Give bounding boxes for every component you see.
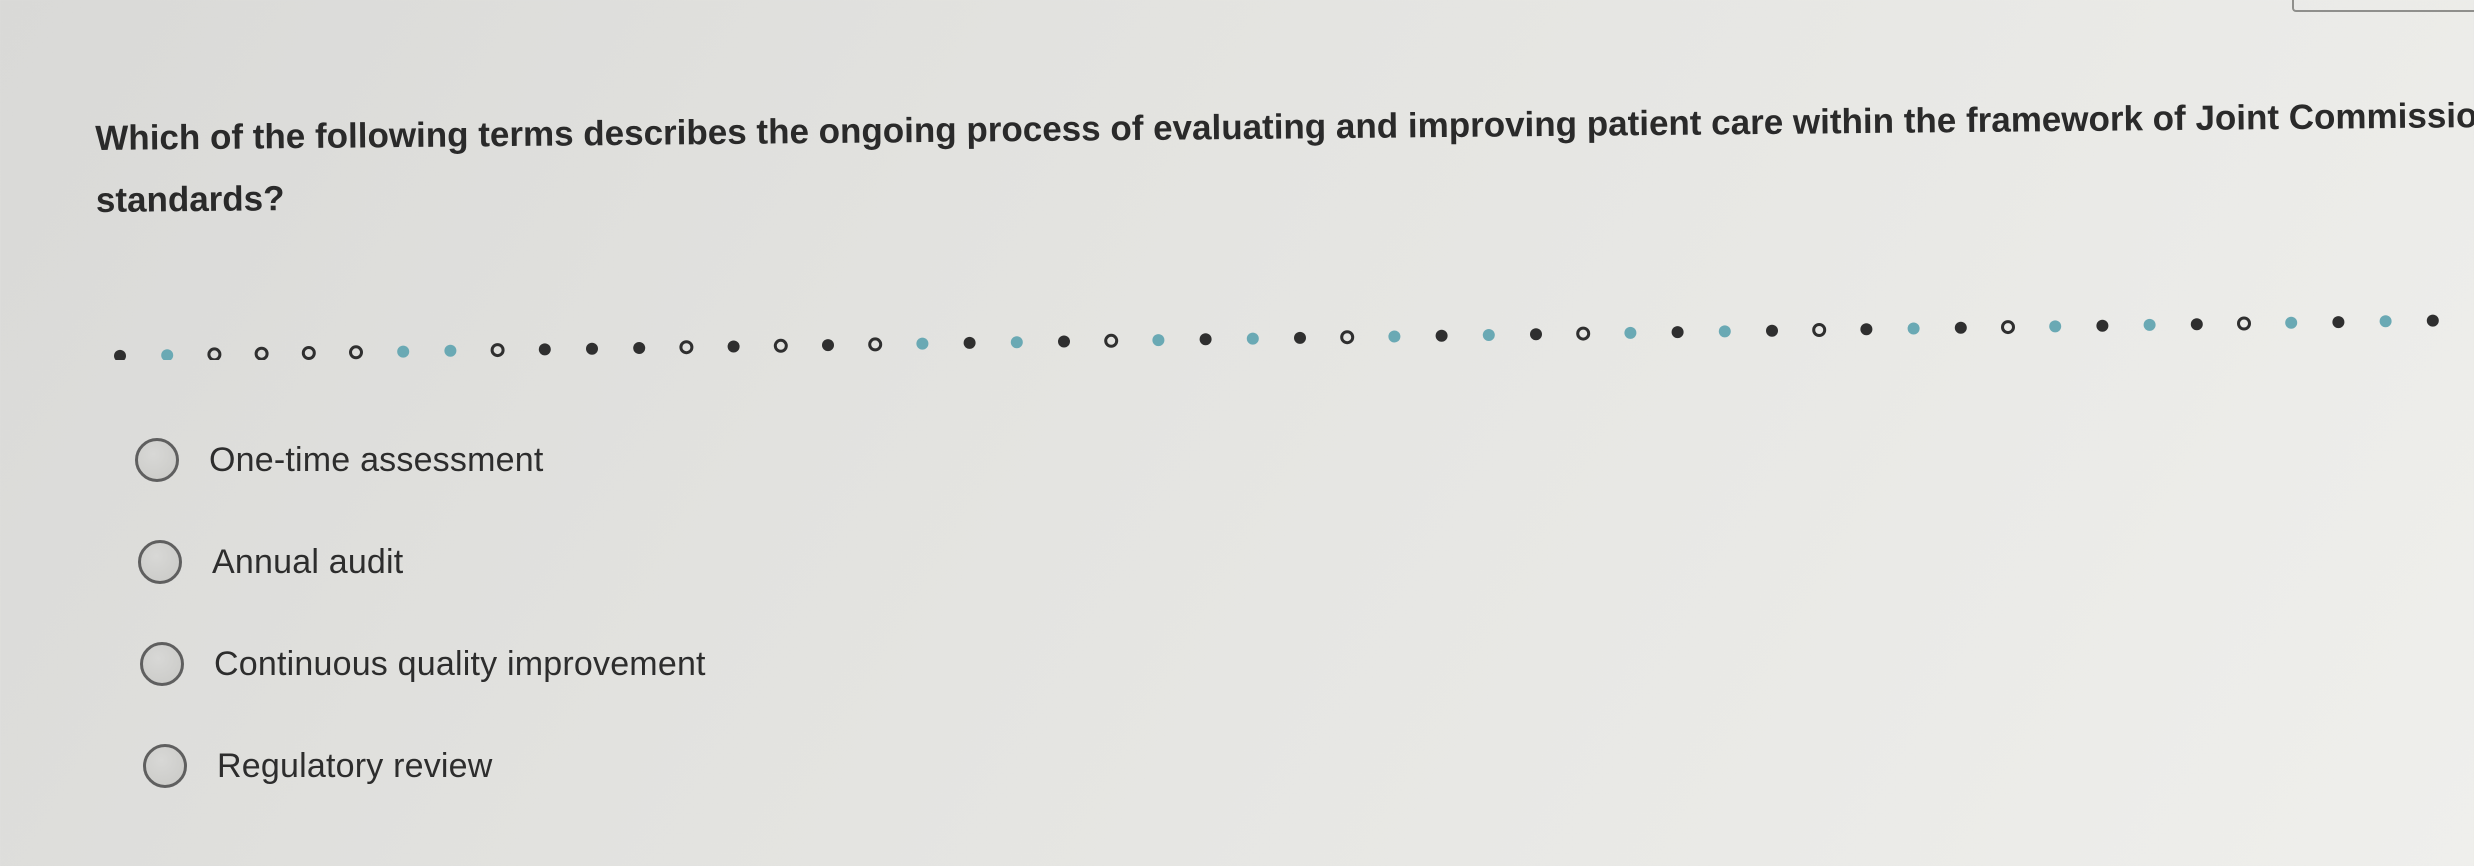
separator-dot <box>349 345 363 360</box>
separator-dot <box>114 349 126 360</box>
separator-dot <box>1010 336 1023 349</box>
separator-dot <box>207 347 222 360</box>
question-text: Which of the following terms describes t… <box>95 95 2474 220</box>
radio-button[interactable] <box>138 540 182 584</box>
separator-dot <box>301 346 316 360</box>
separator-dot <box>1388 330 1401 343</box>
separator-dot <box>2001 320 2015 335</box>
separator-dot <box>1104 333 1119 348</box>
separator-dot <box>1812 323 1827 337</box>
separator-dot <box>633 342 646 354</box>
separator-dot <box>1294 331 1306 344</box>
separator-dot <box>2190 318 2203 331</box>
separator-dot <box>254 346 269 360</box>
separator-dot <box>916 337 929 350</box>
radio-button[interactable] <box>143 744 187 788</box>
option-regulatory-review[interactable]: Regulatory review <box>143 744 493 788</box>
option-one-time-assessment[interactable]: One-time assessment <box>135 438 543 482</box>
separator-dot <box>1766 324 1778 337</box>
separator-dot <box>1435 329 1448 342</box>
separator-dot <box>1718 325 1731 338</box>
separator-dot <box>161 349 174 360</box>
option-continuous-quality-improvement[interactable]: Continuous quality improvement <box>140 642 706 686</box>
separator-dot <box>1576 326 1591 341</box>
separator-dot <box>868 337 883 352</box>
separator-dot <box>1907 322 1920 335</box>
separator-dot <box>1860 323 1873 336</box>
separator-dot <box>1482 329 1495 341</box>
separator-dot <box>2379 315 2392 328</box>
separator-dot <box>2285 316 2298 329</box>
option-label: Continuous quality improvement <box>214 644 706 683</box>
separator-dot <box>1246 332 1259 345</box>
quiz-page: Which of the following terms describes t… <box>0 0 2474 866</box>
separator-dot <box>679 340 694 355</box>
separator-dot <box>963 336 976 349</box>
radio-button[interactable] <box>135 438 179 482</box>
separator-dot <box>727 340 740 353</box>
separator-dot <box>1954 321 1967 334</box>
separator-dot <box>2237 316 2251 331</box>
separator-dot <box>538 343 551 356</box>
option-label: One-time assessment <box>209 440 544 479</box>
separator-dot <box>2426 314 2439 327</box>
separator-dot <box>1624 326 1637 339</box>
separator-dot <box>490 343 505 358</box>
separator-dot <box>2096 319 2109 332</box>
separator-dot <box>444 344 457 357</box>
dotted-separator <box>114 314 2439 360</box>
separator-dot <box>1340 330 1355 345</box>
separator-dot <box>822 339 834 352</box>
option-annual-audit[interactable]: Annual audit <box>138 540 403 584</box>
separator-dot <box>2143 318 2156 331</box>
separator-dot <box>586 342 598 355</box>
separator-dot <box>2049 320 2062 333</box>
separator-dot <box>1152 334 1165 347</box>
top-right-frame <box>2292 0 2474 12</box>
option-label: Regulatory review <box>217 746 493 785</box>
separator-dot <box>1530 328 1542 341</box>
separator-dot <box>1058 335 1070 348</box>
separator-dot <box>1671 326 1684 339</box>
option-label: Annual audit <box>212 542 404 581</box>
radio-button[interactable] <box>140 642 184 686</box>
separator-dot <box>2332 316 2345 329</box>
separator-dot <box>397 345 410 358</box>
separator-dot <box>1199 333 1212 346</box>
separator-dot <box>773 338 788 353</box>
